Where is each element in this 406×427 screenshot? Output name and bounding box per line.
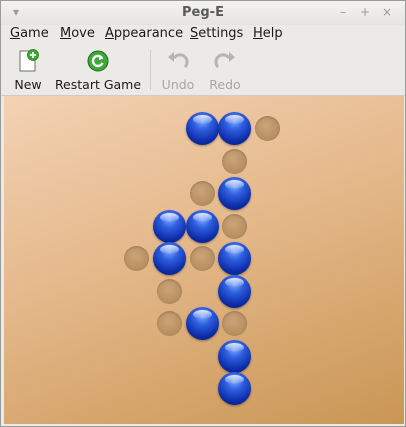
redo-icon	[214, 52, 235, 69]
menu-help[interactable]: Help	[253, 26, 283, 41]
menu-help-mnemonic: H	[253, 26, 263, 41]
close-icon[interactable]: ×	[380, 5, 394, 19]
restart-icon	[87, 50, 109, 72]
menu-move-mnemonic: M	[60, 26, 72, 41]
hole[interactable]	[255, 116, 280, 141]
menu-appearance-label: ppearance	[113, 26, 184, 41]
redo-button[interactable]: Redo	[206, 49, 244, 93]
undo-icon	[168, 52, 189, 69]
peg[interactable]	[218, 275, 251, 308]
peg[interactable]	[153, 210, 186, 243]
peg[interactable]	[186, 112, 219, 145]
menu-help-label: elp	[262, 26, 283, 41]
peg[interactable]	[218, 242, 251, 275]
hole[interactable]	[124, 246, 149, 271]
peg[interactable]	[218, 372, 251, 405]
menu-settings-label: ettings	[198, 26, 244, 41]
new-document-icon	[19, 49, 39, 72]
menu-game-mnemonic: G	[10, 26, 21, 41]
app-window: ▾ Peg-E – + × Game Move Appearance Setti…	[0, 0, 406, 427]
toolbar-separator	[150, 50, 151, 90]
hole[interactable]	[157, 311, 182, 336]
peg[interactable]	[218, 112, 251, 145]
new-label: New	[14, 77, 42, 92]
undo-button[interactable]: Undo	[158, 49, 198, 93]
peg[interactable]	[153, 242, 186, 275]
menu-game[interactable]: Game	[10, 26, 49, 41]
peg[interactable]	[218, 340, 251, 373]
peg[interactable]	[186, 210, 219, 243]
hole[interactable]	[222, 214, 247, 239]
undo-label: Undo	[161, 77, 195, 92]
menu-appearance[interactable]: Appearance	[105, 26, 183, 41]
menu-settings[interactable]: Settings	[190, 26, 243, 41]
menu-game-label: ame	[20, 26, 49, 41]
menu-move-label: ove	[71, 26, 95, 41]
menu-bar: Game Move Appearance Settings Help	[1, 25, 405, 45]
hole[interactable]	[190, 246, 215, 271]
restart-label: Restart Game	[54, 77, 142, 92]
new-button[interactable]: New	[9, 49, 47, 93]
title-bar[interactable]: ▾ Peg-E – + ×	[1, 1, 405, 25]
maximize-icon[interactable]: +	[358, 5, 372, 19]
minimize-icon[interactable]: –	[336, 5, 350, 19]
hole[interactable]	[190, 181, 215, 206]
hole[interactable]	[157, 279, 182, 304]
peg[interactable]	[186, 307, 219, 340]
peg[interactable]	[218, 177, 251, 210]
hole[interactable]	[222, 149, 247, 174]
game-board[interactable]	[4, 96, 404, 424]
menu-appearance-mnemonic: A	[105, 26, 114, 41]
menu-move[interactable]: Move	[60, 26, 95, 41]
hole[interactable]	[222, 311, 247, 336]
restart-game-button[interactable]: Restart Game	[54, 49, 142, 93]
redo-label: Redo	[209, 77, 241, 92]
toolbar: New Restart Game Undo Redo	[1, 45, 405, 96]
